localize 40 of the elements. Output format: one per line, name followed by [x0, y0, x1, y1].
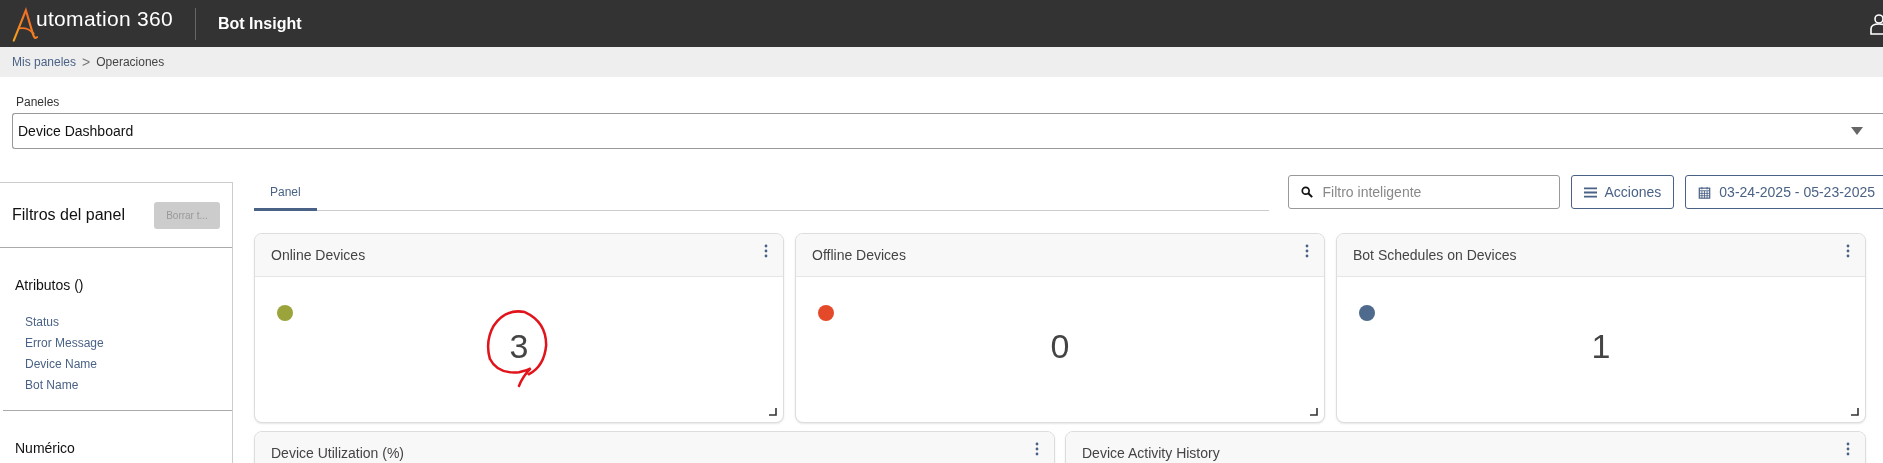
kpi-value: 0 [1050, 327, 1070, 365]
filter-attribute[interactable]: Status [25, 315, 60, 329]
tab[interactable]: Panel [254, 184, 317, 211]
search-field[interactable]: Filtro inteligente [1287, 175, 1560, 209]
brand-name: utomation 360 [36, 6, 173, 31]
card-title: Device Utilization (%) [271, 445, 405, 461]
actions-button[interactable]: Acciones [1570, 175, 1675, 209]
section-title: Atributos () [15, 277, 85, 293]
date-range-button[interactable]: 03-24-2025 - 05-23-2025 [1685, 175, 1883, 209]
logo-icon [12, 6, 38, 43]
resize-handle-icon[interactable] [769, 408, 777, 416]
more-options-icon[interactable] [764, 244, 768, 258]
card-title: Online Devices [271, 247, 366, 263]
dashboard-dropdown[interactable]: Device Dashboard [12, 113, 1883, 149]
card-title: Offline Devices [812, 247, 906, 263]
section-title: Numérico [15, 440, 76, 456]
sidebar-title: Filtros del panel [12, 206, 125, 224]
breadcrumb-current: Operaciones [96, 55, 165, 69]
breadcrumb-link[interactable]: Mis paneles [12, 55, 77, 69]
more-options-icon[interactable] [1305, 244, 1309, 258]
product-name: Bot Insight [218, 14, 302, 33]
card-title: Device Activity History [1082, 445, 1220, 461]
search-icon [1300, 186, 1313, 198]
user-icon[interactable] [1869, 13, 1883, 35]
more-options-icon[interactable] [1035, 442, 1039, 456]
filter-attribute[interactable]: Device Name [25, 357, 98, 371]
breadcrumb-separator: > [82, 54, 91, 70]
kpi-value: 3 [509, 327, 529, 365]
calendar-icon [1698, 185, 1712, 199]
dropdown-caret-icon [1851, 127, 1863, 135]
kpi-value: 1 [1591, 327, 1611, 365]
filter-attribute[interactable]: Bot Name [25, 378, 79, 392]
field-label: Paneles [16, 95, 61, 109]
more-options-icon[interactable] [1846, 244, 1850, 258]
menu-icon [1583, 185, 1597, 199]
resize-handle-icon[interactable] [1310, 408, 1318, 416]
filter-attribute[interactable]: Error Message [25, 336, 104, 350]
more-options-icon[interactable] [1846, 442, 1850, 456]
card-title: Bot Schedules on Devices [1353, 247, 1517, 263]
resize-handle-icon[interactable] [1851, 408, 1859, 416]
